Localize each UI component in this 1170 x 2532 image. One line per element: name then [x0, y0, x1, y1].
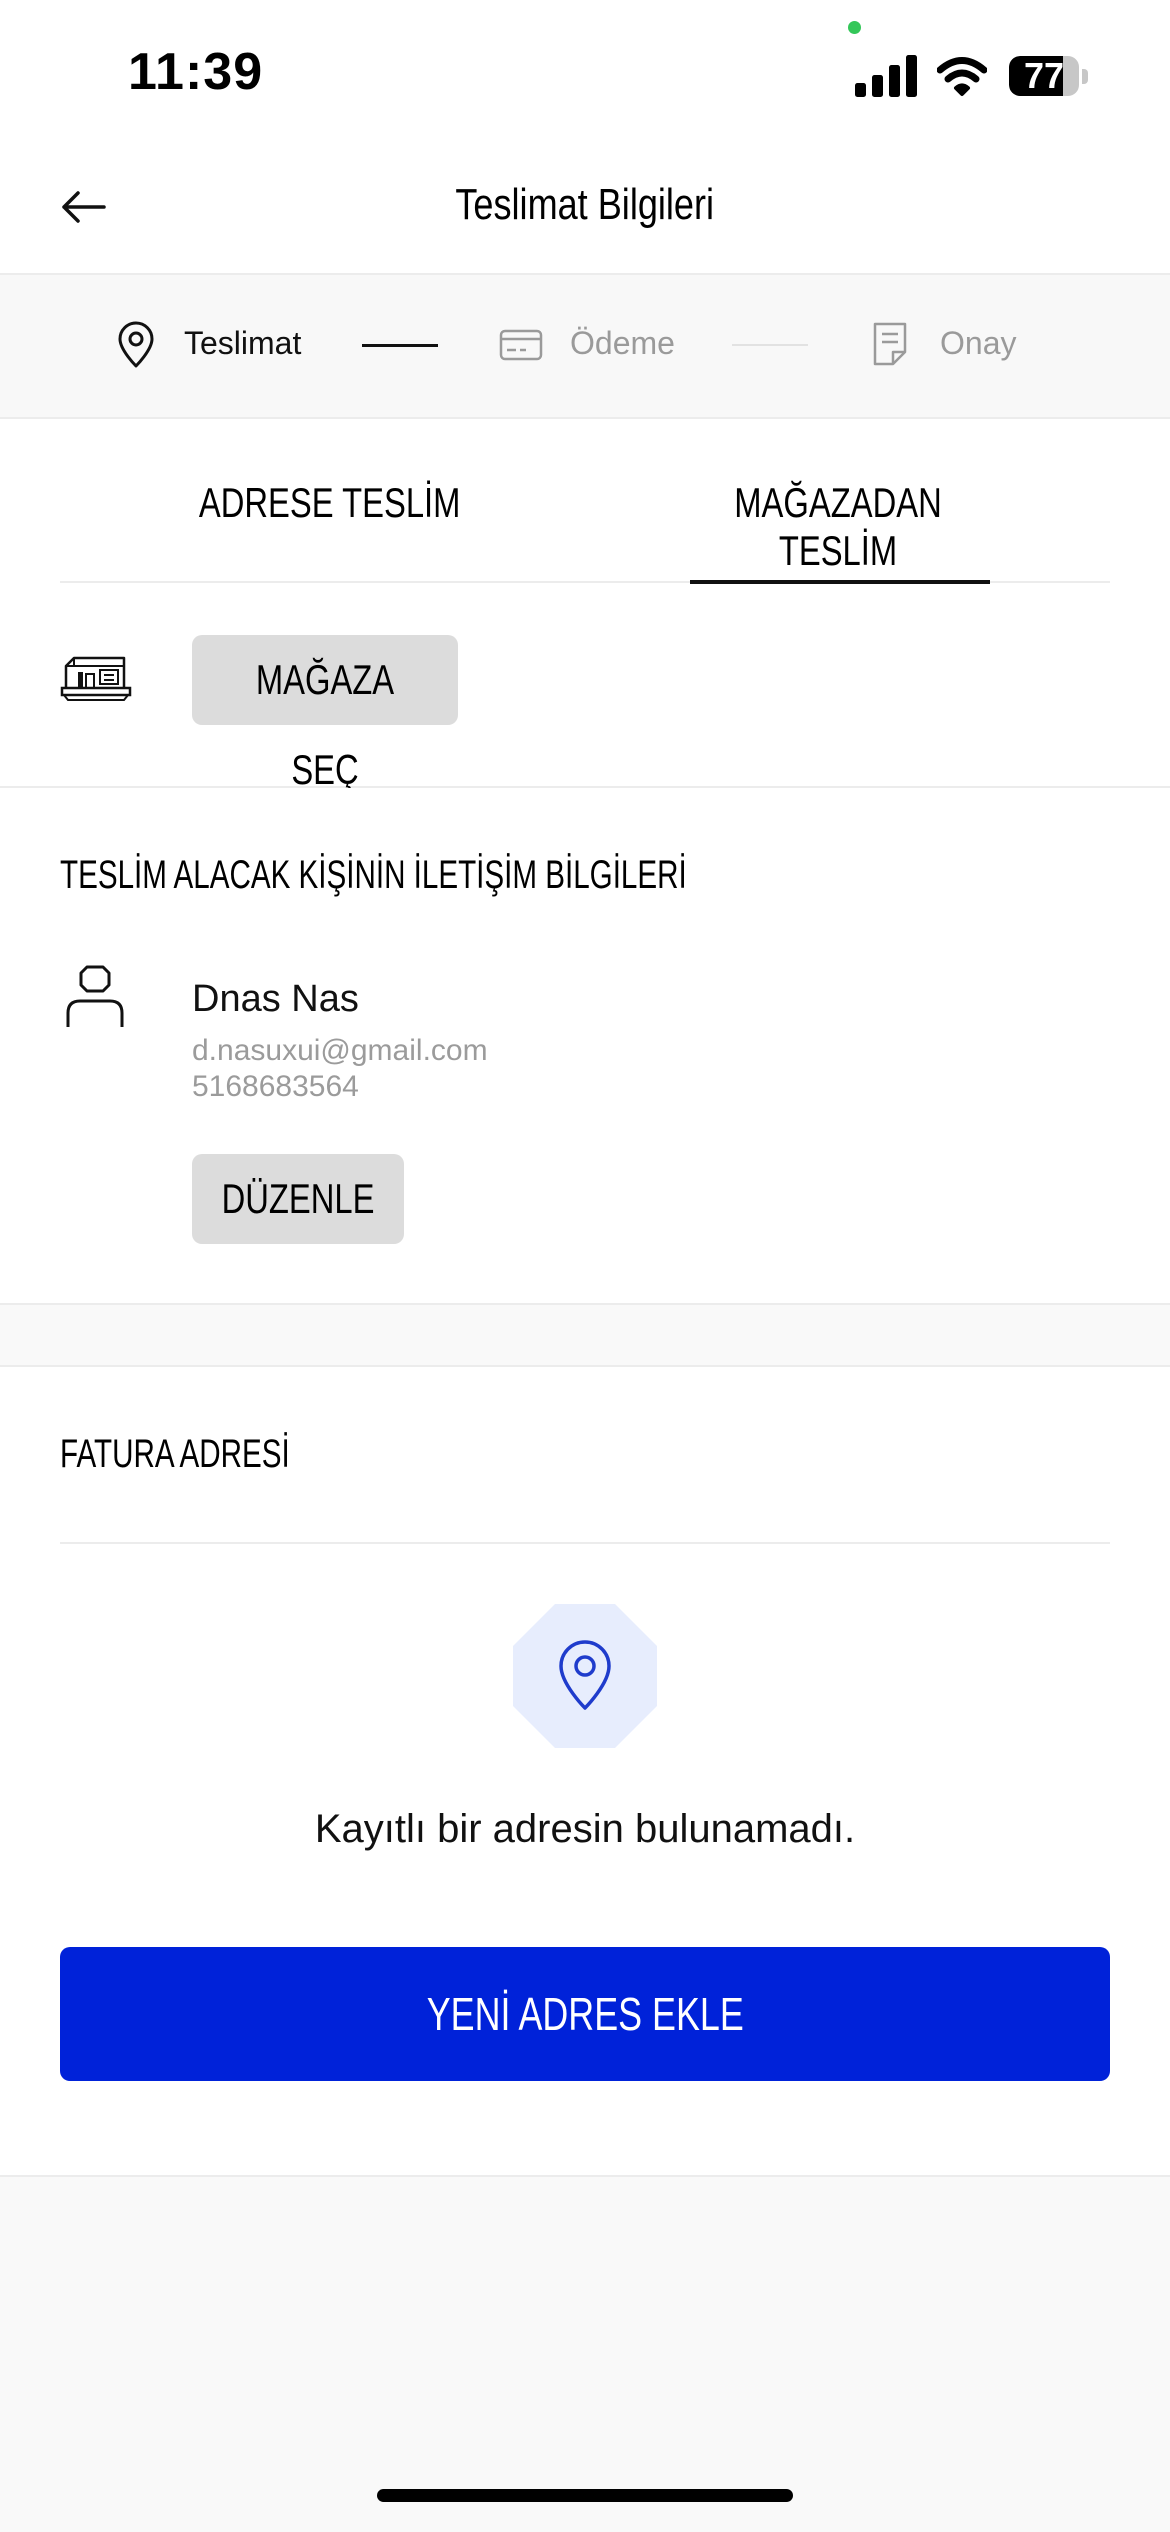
- page-title: Teslimat Bilgileri: [0, 180, 1170, 230]
- contact-name: Dnas Nas: [192, 978, 359, 1020]
- select-store-button[interactable]: MAĞAZA SEÇ: [192, 635, 458, 793]
- person-icon: [66, 965, 124, 1027]
- add-new-address-button[interactable]: YENİ ADRES EKLE: [60, 1947, 1110, 2081]
- wifi-icon: [937, 57, 987, 96]
- active-tab-indicator: [690, 580, 990, 584]
- status-time: 11:39: [128, 43, 264, 101]
- receipt-icon: [873, 322, 907, 366]
- step-connector: [362, 344, 438, 347]
- edit-contact-label: DÜZENLE: [221, 1175, 375, 1222]
- camera-indicator-dot: [848, 21, 861, 34]
- location-pin-badge-icon: [513, 1604, 657, 1748]
- contact-section-title: TESLİM ALACAK KİŞİNİN İLETİŞİM BİLGİLERİ: [60, 853, 907, 898]
- battery-icon: 77: [1009, 56, 1089, 98]
- step-onay-label: Onay: [940, 325, 1017, 361]
- location-pin-icon: [118, 321, 154, 368]
- store-icon: [60, 656, 132, 701]
- nav-header: Teslimat Bilgileri: [0, 140, 1170, 275]
- page-title-text: Teslimat Bilgileri: [455, 180, 715, 229]
- billing-divider: [60, 1542, 1110, 1544]
- tab-magazadan-teslim[interactable]: MAĞAZADAN TESLİM: [628, 479, 1048, 575]
- billing-section-title: FATURA ADRESİ: [60, 1432, 370, 1477]
- contact-email: d.nasuxui@gmail.com: [192, 1034, 488, 1067]
- battery-body: 77: [1009, 56, 1079, 96]
- add-new-address-label: YENİ ADRES EKLE: [426, 1988, 744, 2040]
- step-connector: [732, 344, 808, 346]
- credit-card-icon: [499, 329, 543, 361]
- step-odeme-label: Ödeme: [570, 325, 675, 361]
- home-indicator: [377, 2489, 793, 2502]
- cellular-signal-icon: [855, 55, 917, 97]
- battery-cap: [1082, 69, 1088, 84]
- billing-section-title-text: FATURA ADRESİ: [60, 1432, 290, 1476]
- tab-adrese-teslim[interactable]: ADRESE TESLİM: [120, 479, 540, 527]
- contact-phone: 5168683564: [192, 1070, 359, 1103]
- battery-percentage: 77: [1023, 56, 1065, 96]
- checkout-stepper: Teslimat Ödeme Onay: [0, 275, 1170, 419]
- step-teslimat-label: Teslimat: [184, 325, 302, 361]
- delivery-method-card: ADRESE TESLİM MAĞAZADAN TESLİM MAĞAZA SE…: [0, 419, 1170, 793]
- tab-adrese-teslim-label: ADRESE TESLİM: [199, 479, 461, 526]
- contact-section-title-text: TESLİM ALACAK KİŞİNİN İLETİŞİM BİLGİLERİ: [60, 853, 687, 897]
- contact-info-card: TESLİM ALACAK KİŞİNİN İLETİŞİM BİLGİLERİ…: [0, 788, 1170, 1305]
- tab-magazadan-teslim-label: MAĞAZADAN TESLİM: [734, 479, 942, 574]
- billing-address-card: FATURA ADRESİ Kayıtlı bir adresin buluna…: [0, 1365, 1170, 2177]
- status-bar: 11:39 77: [0, 0, 1170, 140]
- empty-address-message: Kayıtlı bir adresin bulunamadı.: [314, 1807, 856, 1851]
- edit-contact-button[interactable]: DÜZENLE: [192, 1154, 404, 1244]
